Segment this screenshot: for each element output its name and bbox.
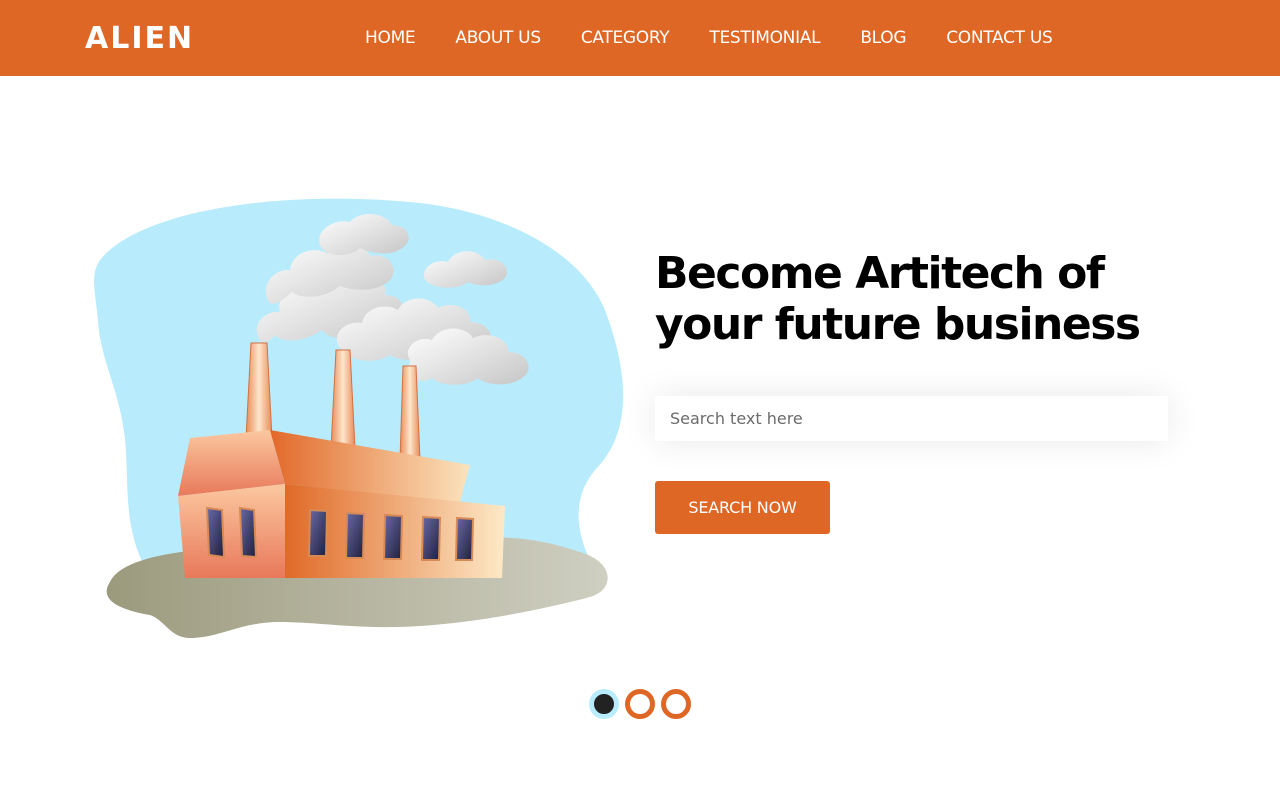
factory-illustration	[94, 198, 624, 638]
nav-item-category[interactable]: CATEGORY	[581, 26, 670, 50]
carousel-dot-3[interactable]	[661, 689, 691, 719]
carousel-dot-2[interactable]	[625, 689, 655, 719]
top-navigation-bar: ALIEN HOME ABOUT US CATEGORY TESTIMONIAL…	[0, 0, 1280, 76]
search-now-button[interactable]: SEARCH NOW	[655, 481, 830, 534]
search-input[interactable]	[655, 396, 1168, 441]
carousel-dot-1[interactable]	[589, 689, 619, 719]
hero-title: Become Artitech of your future business	[655, 248, 1141, 350]
nav-item-home[interactable]: HOME	[365, 26, 416, 50]
search-box	[655, 396, 1168, 441]
carousel-indicators	[589, 689, 691, 719]
nav-item-contact-us[interactable]: CONTACT US	[946, 26, 1053, 50]
nav-item-testimonial[interactable]: TESTIMONIAL	[709, 26, 820, 50]
site-logo[interactable]: ALIEN	[85, 20, 194, 58]
nav-item-about-us[interactable]: ABOUT US	[455, 26, 541, 50]
main-nav: HOME ABOUT US CATEGORY TESTIMONIAL BLOG …	[365, 26, 1053, 50]
nav-item-blog[interactable]: BLOG	[860, 26, 906, 50]
